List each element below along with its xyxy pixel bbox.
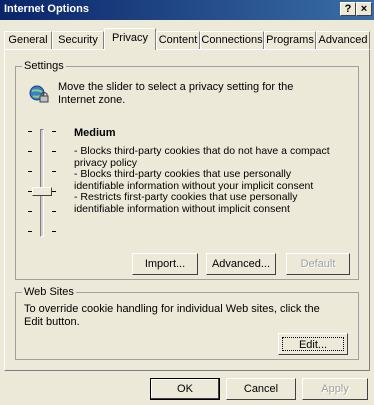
title-bar[interactable]: Internet Options ? × <box>0 0 374 20</box>
slider-tick <box>52 231 56 232</box>
tab-content[interactable]: Content <box>156 31 200 49</box>
slider-tick <box>28 171 32 172</box>
slider-tick <box>28 231 32 232</box>
import-button[interactable]: Import... <box>132 253 198 275</box>
web-sites-group: Web Sites To override cookie handling fo… <box>15 286 359 360</box>
privacy-level-title: Medium <box>74 127 116 139</box>
level-line: - Restricts first-party cookies that use… <box>74 191 298 215</box>
settings-group-label: Settings <box>22 60 66 72</box>
advanced-button[interactable]: Advanced... <box>206 253 276 275</box>
level-line: - Blocks third-party cookies that do not… <box>74 145 330 169</box>
slider-track[interactable] <box>40 129 44 237</box>
close-button[interactable]: × <box>356 2 372 16</box>
privacy-level-description: - Blocks third-party cookies that do not… <box>74 145 344 215</box>
ok-button[interactable]: OK <box>150 378 220 400</box>
slider-tick <box>52 151 56 152</box>
web-sites-text: To override cookie handling for individu… <box>24 303 320 328</box>
slider-tick <box>28 151 32 152</box>
slider-tick <box>52 211 56 212</box>
tab-privacy[interactable]: Privacy <box>104 28 156 50</box>
slider-thumb[interactable] <box>32 187 52 196</box>
window-title: Internet Options <box>4 3 89 15</box>
slider-tick <box>52 191 56 192</box>
edit-button-label: Edit... <box>282 337 344 351</box>
privacy-globe-icon <box>29 85 49 103</box>
settings-intro-text: Move the slider to select a privacy sett… <box>58 81 294 106</box>
level-line: - Blocks third-party cookies that use pe… <box>74 168 314 192</box>
apply-button[interactable]: Apply <box>302 378 368 400</box>
tab-security[interactable]: Security <box>52 31 104 49</box>
internet-options-dialog: Internet Options ? × General Security Pr… <box>0 0 374 405</box>
default-button[interactable]: Default <box>286 253 350 275</box>
slider-tick <box>52 171 56 172</box>
tab-programs[interactable]: Programs <box>264 31 316 49</box>
slider-tick <box>52 131 56 132</box>
tab-advanced[interactable]: Advanced <box>316 31 370 49</box>
cancel-button[interactable]: Cancel <box>226 378 296 400</box>
tab-general[interactable]: General <box>4 31 52 49</box>
web-sites-group-label: Web Sites <box>22 286 76 298</box>
privacy-panel: Settings Move the slider to select a pri… <box>4 49 370 371</box>
settings-group: Settings Move the slider to select a pri… <box>15 60 359 280</box>
tab-connections[interactable]: Connections <box>200 31 264 49</box>
help-button[interactable]: ? <box>340 2 356 16</box>
slider-tick <box>28 211 32 212</box>
edit-button[interactable]: Edit... <box>278 333 348 355</box>
slider-tick <box>28 131 32 132</box>
